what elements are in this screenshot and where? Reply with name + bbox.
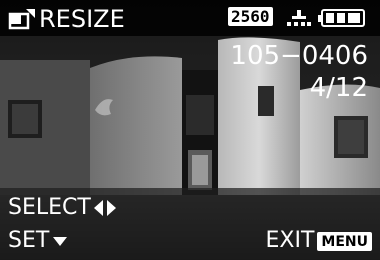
set-hint-label: SET	[8, 228, 50, 253]
down-arrow-icon	[53, 237, 68, 246]
select-hint-label: SELECT	[8, 195, 91, 220]
camera-playback-screen: RESIZE 2560 105−0406 4/12 SELECT SET EXI…	[0, 0, 380, 260]
fine-quality-icon	[287, 10, 311, 26]
battery-full-icon	[318, 9, 365, 27]
left-right-arrows-icon	[93, 200, 116, 216]
resize-frame-icon	[8, 9, 35, 30]
frame-counter: 4/12	[309, 73, 368, 103]
select-hint: SELECT	[8, 197, 118, 219]
resolution-badge: 2560	[228, 7, 273, 26]
mode-title-label: RESIZE	[39, 5, 125, 33]
exit-hint-label: EXIT	[265, 228, 315, 253]
exit-hint: EXIT MENU	[265, 228, 372, 253]
mode-title: RESIZE	[8, 7, 125, 31]
set-hint: SET	[8, 230, 68, 252]
file-number: 105−0406	[230, 41, 368, 71]
menu-key-badge: MENU	[317, 231, 372, 251]
